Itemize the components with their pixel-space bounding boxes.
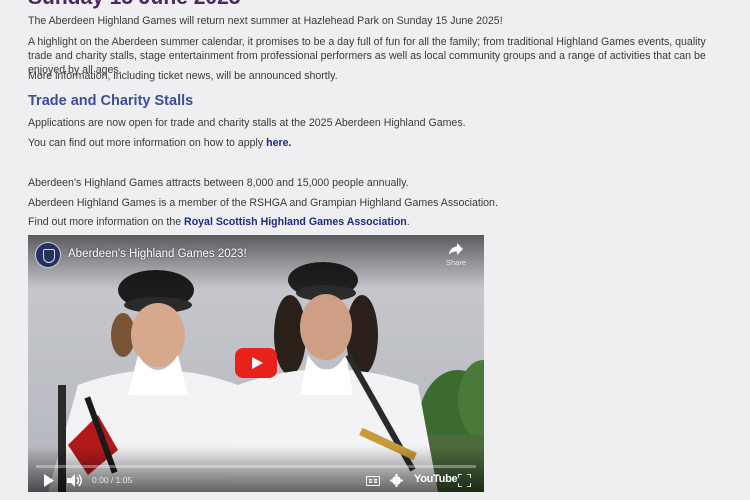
youtube-logo[interactable]: YouTube: [414, 473, 458, 485]
association-text: Find out more information on the: [28, 216, 185, 228]
page-heading: Sunday 15 June 2025: [28, 0, 240, 10]
more-info-paragraph: More information, including ticket news,…: [28, 70, 338, 82]
volume-icon[interactable]: [67, 474, 83, 487]
membership-paragraph: Aberdeen Highland Games is a member of t…: [28, 197, 498, 209]
settings-icon[interactable]: [390, 474, 403, 487]
association-suffix: .: [406, 216, 410, 228]
captions-icon[interactable]: [366, 476, 380, 486]
video-title[interactable]: Aberdeen's Highland Games 2023!: [68, 248, 247, 260]
apply-paragraph: You can find out more information on how…: [28, 136, 708, 150]
apply-text: You can find out more information on how…: [28, 137, 267, 149]
channel-logo-icon[interactable]: [35, 242, 61, 268]
share-label: Share: [445, 258, 466, 267]
time-display: 0:00 / 1:05: [92, 475, 133, 485]
share-icon: [449, 243, 463, 255]
intro-paragraph: The Aberdeen Highland Games will return …: [28, 15, 503, 27]
play-icon[interactable]: [235, 348, 277, 378]
video-player[interactable]: Aberdeen's Highland Games 2023! Share 0:…: [28, 235, 484, 492]
fullscreen-icon[interactable]: [458, 474, 471, 487]
play-control-icon[interactable]: [43, 474, 55, 487]
top-overlay: [28, 235, 484, 289]
attendance-paragraph: Aberdeen's Highland Games attracts betwe…: [28, 177, 409, 189]
association-link[interactable]: Royal Scottish Highland Games Associatio…: [184, 216, 407, 228]
progress-bar[interactable]: [36, 465, 476, 468]
apply-here-link[interactable]: here.: [266, 137, 291, 149]
applications-paragraph: Applications are now open for trade and …: [28, 117, 466, 129]
trade-stalls-heading: Trade and Charity Stalls: [28, 93, 194, 109]
share-button[interactable]: Share: [442, 242, 470, 267]
association-paragraph: Find out more information on the Royal S…: [28, 215, 708, 229]
player-controls: 0:00 / 1:05 YouTube: [28, 471, 484, 491]
